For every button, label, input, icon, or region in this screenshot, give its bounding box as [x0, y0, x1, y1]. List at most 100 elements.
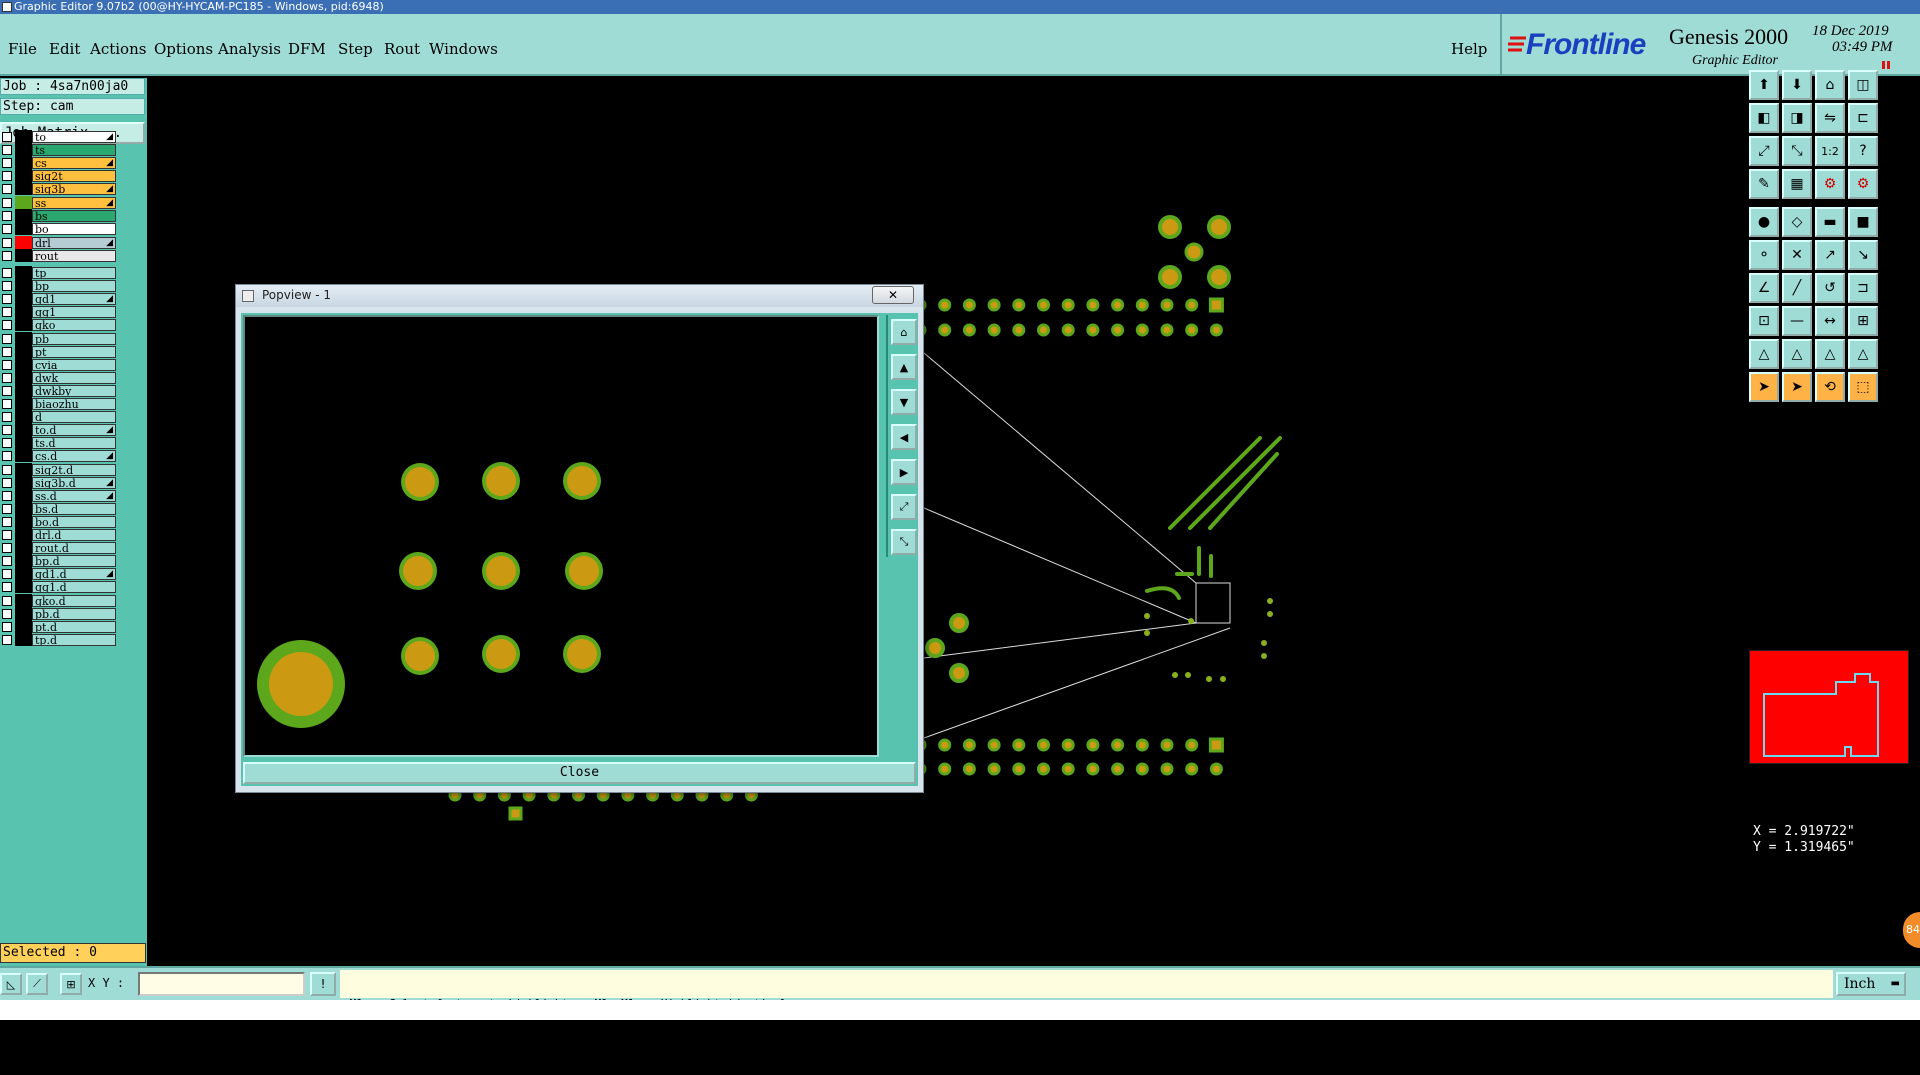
layer-checkbox[interactable]	[2, 281, 12, 292]
triangle-icon[interactable]: △	[1749, 339, 1779, 369]
layer-color-swatch[interactable]	[15, 266, 32, 279]
layer-row-sig2t[interactable]: sig2t	[0, 169, 118, 183]
layer-row-sig3b[interactable]: sig3b ◢	[0, 182, 118, 196]
layer-color-swatch[interactable]	[15, 370, 32, 384]
layer-color-swatch[interactable]	[15, 292, 32, 306]
layer-checkbox[interactable]	[2, 412, 12, 423]
layer-checkbox[interactable]	[2, 516, 12, 527]
layer-color-swatch[interactable]	[15, 475, 32, 489]
layer-checkbox[interactable]	[2, 503, 12, 514]
select-icon[interactable]: ⬚	[1848, 372, 1878, 402]
layer-checkbox[interactable]	[2, 438, 12, 449]
layer-row-bo[interactable]: bo	[0, 221, 118, 235]
layer-name[interactable]: sig3b.d ◢	[32, 476, 116, 489]
layer-color-swatch[interactable]	[15, 156, 32, 170]
layer-row-biaozhu[interactable]: biaozhu	[0, 397, 118, 410]
layer-checkbox[interactable]	[2, 569, 12, 580]
triangle4-icon[interactable]: △	[1848, 339, 1878, 369]
layer-name[interactable]: bs	[32, 209, 116, 222]
layer-name[interactable]: cs.d ◢	[32, 450, 116, 463]
layer-name[interactable]: tp.d	[32, 633, 116, 646]
layer-checkbox[interactable]	[2, 307, 12, 318]
group-icon[interactable]: ⊞	[1848, 306, 1878, 336]
grid-icon[interactable]: ▦	[1782, 169, 1812, 199]
pan-left-icon[interactable]: ◧	[1749, 103, 1779, 133]
layer-color-swatch[interactable]	[15, 208, 32, 222]
layer-checkbox[interactable]	[2, 158, 12, 169]
popview-home-icon[interactable]: ⌂	[891, 319, 917, 345]
layer-checkbox[interactable]	[2, 268, 12, 278]
layer-row-cs-d[interactable]: cs.d ◢	[0, 449, 118, 463]
layer-color-swatch[interactable]	[15, 143, 32, 157]
popview-down-icon[interactable]: ▼	[891, 389, 917, 415]
layer-checkbox[interactable]	[2, 223, 12, 234]
highlight-red2-icon[interactable]: ⚙	[1848, 169, 1878, 199]
layer-color-swatch[interactable]	[15, 528, 32, 541]
pointer2-icon[interactable]: ➤	[1782, 372, 1812, 402]
layer-row-ss-d[interactable]: ss.d ◢	[0, 488, 118, 502]
layer-name[interactable]: to ◢	[32, 131, 116, 143]
pad-add-icon[interactable]: ⊡	[1749, 306, 1779, 336]
scale-1-2-icon[interactable]: 1:2	[1815, 136, 1845, 166]
zoom-fit-icon[interactable]: ⤢	[1749, 136, 1779, 166]
triangle3-icon[interactable]: △	[1815, 339, 1845, 369]
layer-row-gg1[interactable]: gg1	[0, 305, 118, 319]
info-icon[interactable]: !	[310, 972, 336, 996]
layer-checkbox[interactable]	[2, 320, 12, 331]
layer-row-gko[interactable]: gko	[0, 318, 118, 332]
layer-row-to[interactable]: to ◢	[0, 130, 118, 143]
layer-row-pt-d[interactable]: pt.d	[0, 619, 118, 633]
layer-row-bp-d[interactable]: bp.d	[0, 554, 118, 568]
layer-name[interactable]: bp	[32, 280, 116, 293]
layer-row-pb-d[interactable]: pb.d	[0, 606, 118, 620]
layer-row-sig2t-d[interactable]: sig2t.d	[0, 462, 118, 476]
layer-color-swatch[interactable]	[15, 410, 32, 424]
layer-checkbox[interactable]	[2, 608, 12, 619]
layer-checkbox[interactable]	[2, 238, 12, 248]
layer-row-to-d[interactable]: to.d ◢	[0, 423, 118, 437]
frame-icon[interactable]: ■	[1848, 207, 1878, 237]
layer-row-tp[interactable]: tp	[0, 266, 118, 279]
layer-color-swatch[interactable]	[15, 541, 32, 555]
layer-name[interactable]: cs ◢	[32, 157, 116, 170]
layer-color-swatch[interactable]	[15, 279, 32, 293]
layer-checkbox[interactable]	[2, 477, 12, 488]
layer-checkbox[interactable]	[2, 582, 12, 593]
units-selector[interactable]: Inch ▬	[1836, 972, 1906, 996]
layer-color-swatch[interactable]	[15, 397, 32, 410]
layer-name[interactable]: ss ◢	[32, 196, 116, 209]
layer-row-drl[interactable]: drl ◢	[0, 236, 118, 249]
layer-name[interactable]: pb	[32, 332, 116, 345]
layer-row-tp-d[interactable]: tp.d	[0, 632, 118, 646]
copy-icon[interactable]: ↘	[1848, 240, 1878, 270]
layer-row-d[interactable]: d	[0, 410, 118, 424]
layer-checkbox[interactable]	[2, 145, 12, 156]
layer-row-bs[interactable]: bs	[0, 208, 118, 222]
layer-row-drl-d[interactable]: drl.d	[0, 528, 118, 541]
layer-row-rout-d[interactable]: rout.d	[0, 541, 118, 555]
triangle2-icon[interactable]: △	[1782, 339, 1812, 369]
layer-row-dwkby[interactable]: dwkby	[0, 383, 118, 397]
layer-name[interactable]: gd1 ◢	[32, 293, 116, 306]
layer-name[interactable]: ts.d	[32, 437, 116, 450]
angle-icon[interactable]: ∠	[1749, 273, 1779, 303]
layer-color-swatch[interactable]	[15, 130, 32, 143]
popview-left-icon[interactable]: ◀	[891, 424, 917, 450]
layer-name[interactable]: ss.d ◢	[32, 489, 116, 502]
layer-name[interactable]: bo.d	[32, 515, 116, 528]
layer-checkbox[interactable]	[2, 464, 12, 475]
layer-checkbox[interactable]	[2, 210, 12, 221]
split-icon[interactable]: ◫	[1848, 70, 1878, 100]
arc-icon[interactable]: ↺	[1815, 273, 1845, 303]
layer-name[interactable]: biaozhu	[32, 398, 116, 410]
move-icon[interactable]: ↗	[1815, 240, 1845, 270]
popview-canvas[interactable]	[243, 315, 879, 757]
layer-name[interactable]: tp	[32, 267, 116, 279]
layer-color-swatch[interactable]	[15, 619, 32, 633]
layer-row-sig3b-d[interactable]: sig3b.d ◢	[0, 475, 118, 489]
menu-dfm[interactable]: DFM	[288, 40, 326, 58]
layer-name[interactable]: pt	[32, 345, 116, 358]
layer-row-rout[interactable]: rout	[0, 249, 118, 263]
layer-name[interactable]: gko	[32, 319, 116, 332]
mode-icon-2[interactable]: ⟋	[26, 973, 48, 995]
